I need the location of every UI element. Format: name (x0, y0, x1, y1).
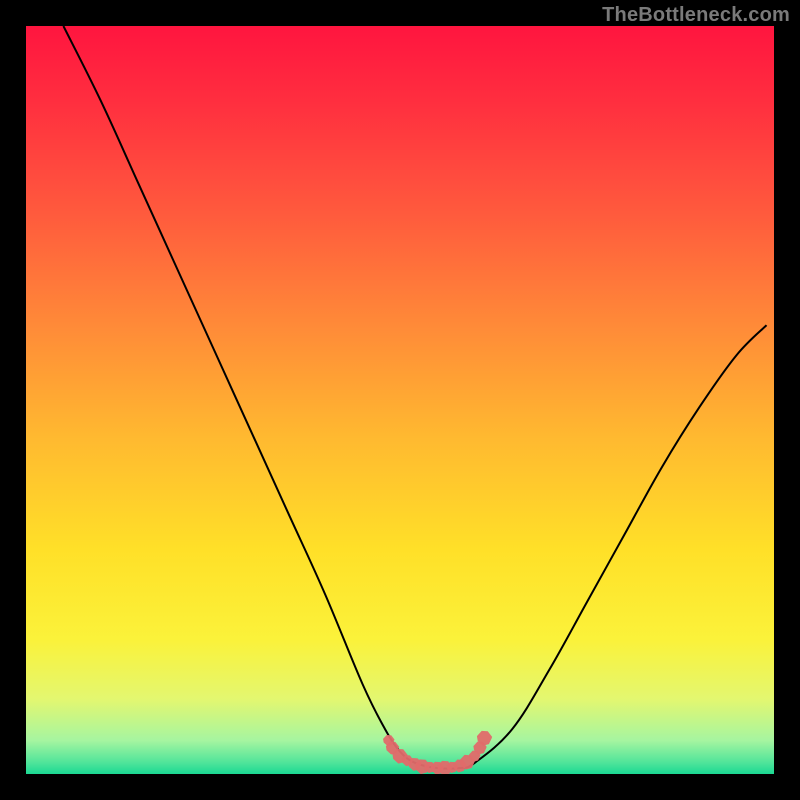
chart-background (26, 26, 774, 774)
chart-frame (26, 26, 774, 774)
watermark-text: TheBottleneck.com (602, 4, 790, 27)
bottleneck-chart (26, 26, 774, 774)
